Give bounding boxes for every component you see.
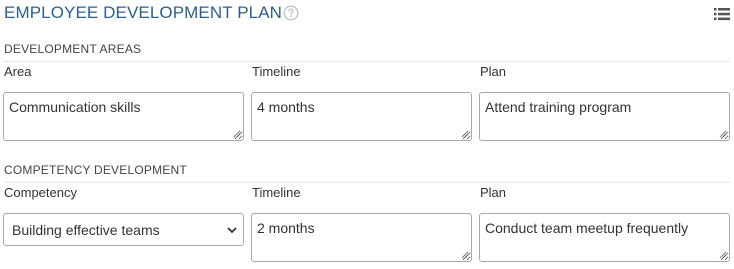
plan-column-label: Plan: [480, 185, 507, 200]
plan-textarea[interactable]: Attend training program: [479, 92, 730, 141]
competency-timeline-value: 2 months: [257, 220, 315, 236]
divider: [4, 61, 730, 62]
page-title: EMPLOYEE DEVELOPMENT PLAN: [4, 3, 283, 22]
resize-grip-icon[interactable]: [460, 129, 469, 138]
plan-value: Attend training program: [485, 99, 632, 115]
question-circle-icon[interactable]: [283, 5, 299, 21]
plan-column-label: Plan: [480, 64, 507, 79]
resize-grip-icon[interactable]: [718, 250, 727, 259]
competency-development-heading: COMPETENCY DEVELOPMENT: [4, 163, 187, 177]
resize-grip-icon[interactable]: [718, 129, 727, 138]
competency-timeline-textarea[interactable]: 2 months: [251, 213, 472, 262]
timeline-value: 4 months: [257, 99, 315, 115]
competency-select[interactable]: Building effective teams: [3, 213, 244, 246]
timeline-column-label: Timeline: [252, 64, 301, 79]
competency-plan-value: Conduct team meetup frequently: [485, 220, 689, 236]
competency-plan-textarea[interactable]: Conduct team meetup frequently: [479, 213, 730, 262]
area-textarea[interactable]: Communication skills: [3, 92, 244, 141]
list-icon[interactable]: [714, 7, 730, 21]
divider: [4, 182, 730, 183]
page-header: EMPLOYEE DEVELOPMENT PLAN: [4, 2, 730, 26]
resize-grip-icon[interactable]: [460, 250, 469, 259]
timeline-column-label: Timeline: [252, 185, 301, 200]
competency-column-label: Competency: [4, 185, 77, 200]
area-column-label: Area: [4, 64, 32, 79]
resize-grip-icon[interactable]: [232, 129, 241, 138]
competency-selected-value: Building effective teams: [12, 222, 160, 238]
area-value: Communication skills: [9, 99, 141, 115]
development-areas-heading: DEVELOPMENT AREAS: [4, 42, 142, 56]
chevron-down-icon: [227, 227, 237, 234]
timeline-textarea[interactable]: 4 months: [251, 92, 472, 141]
